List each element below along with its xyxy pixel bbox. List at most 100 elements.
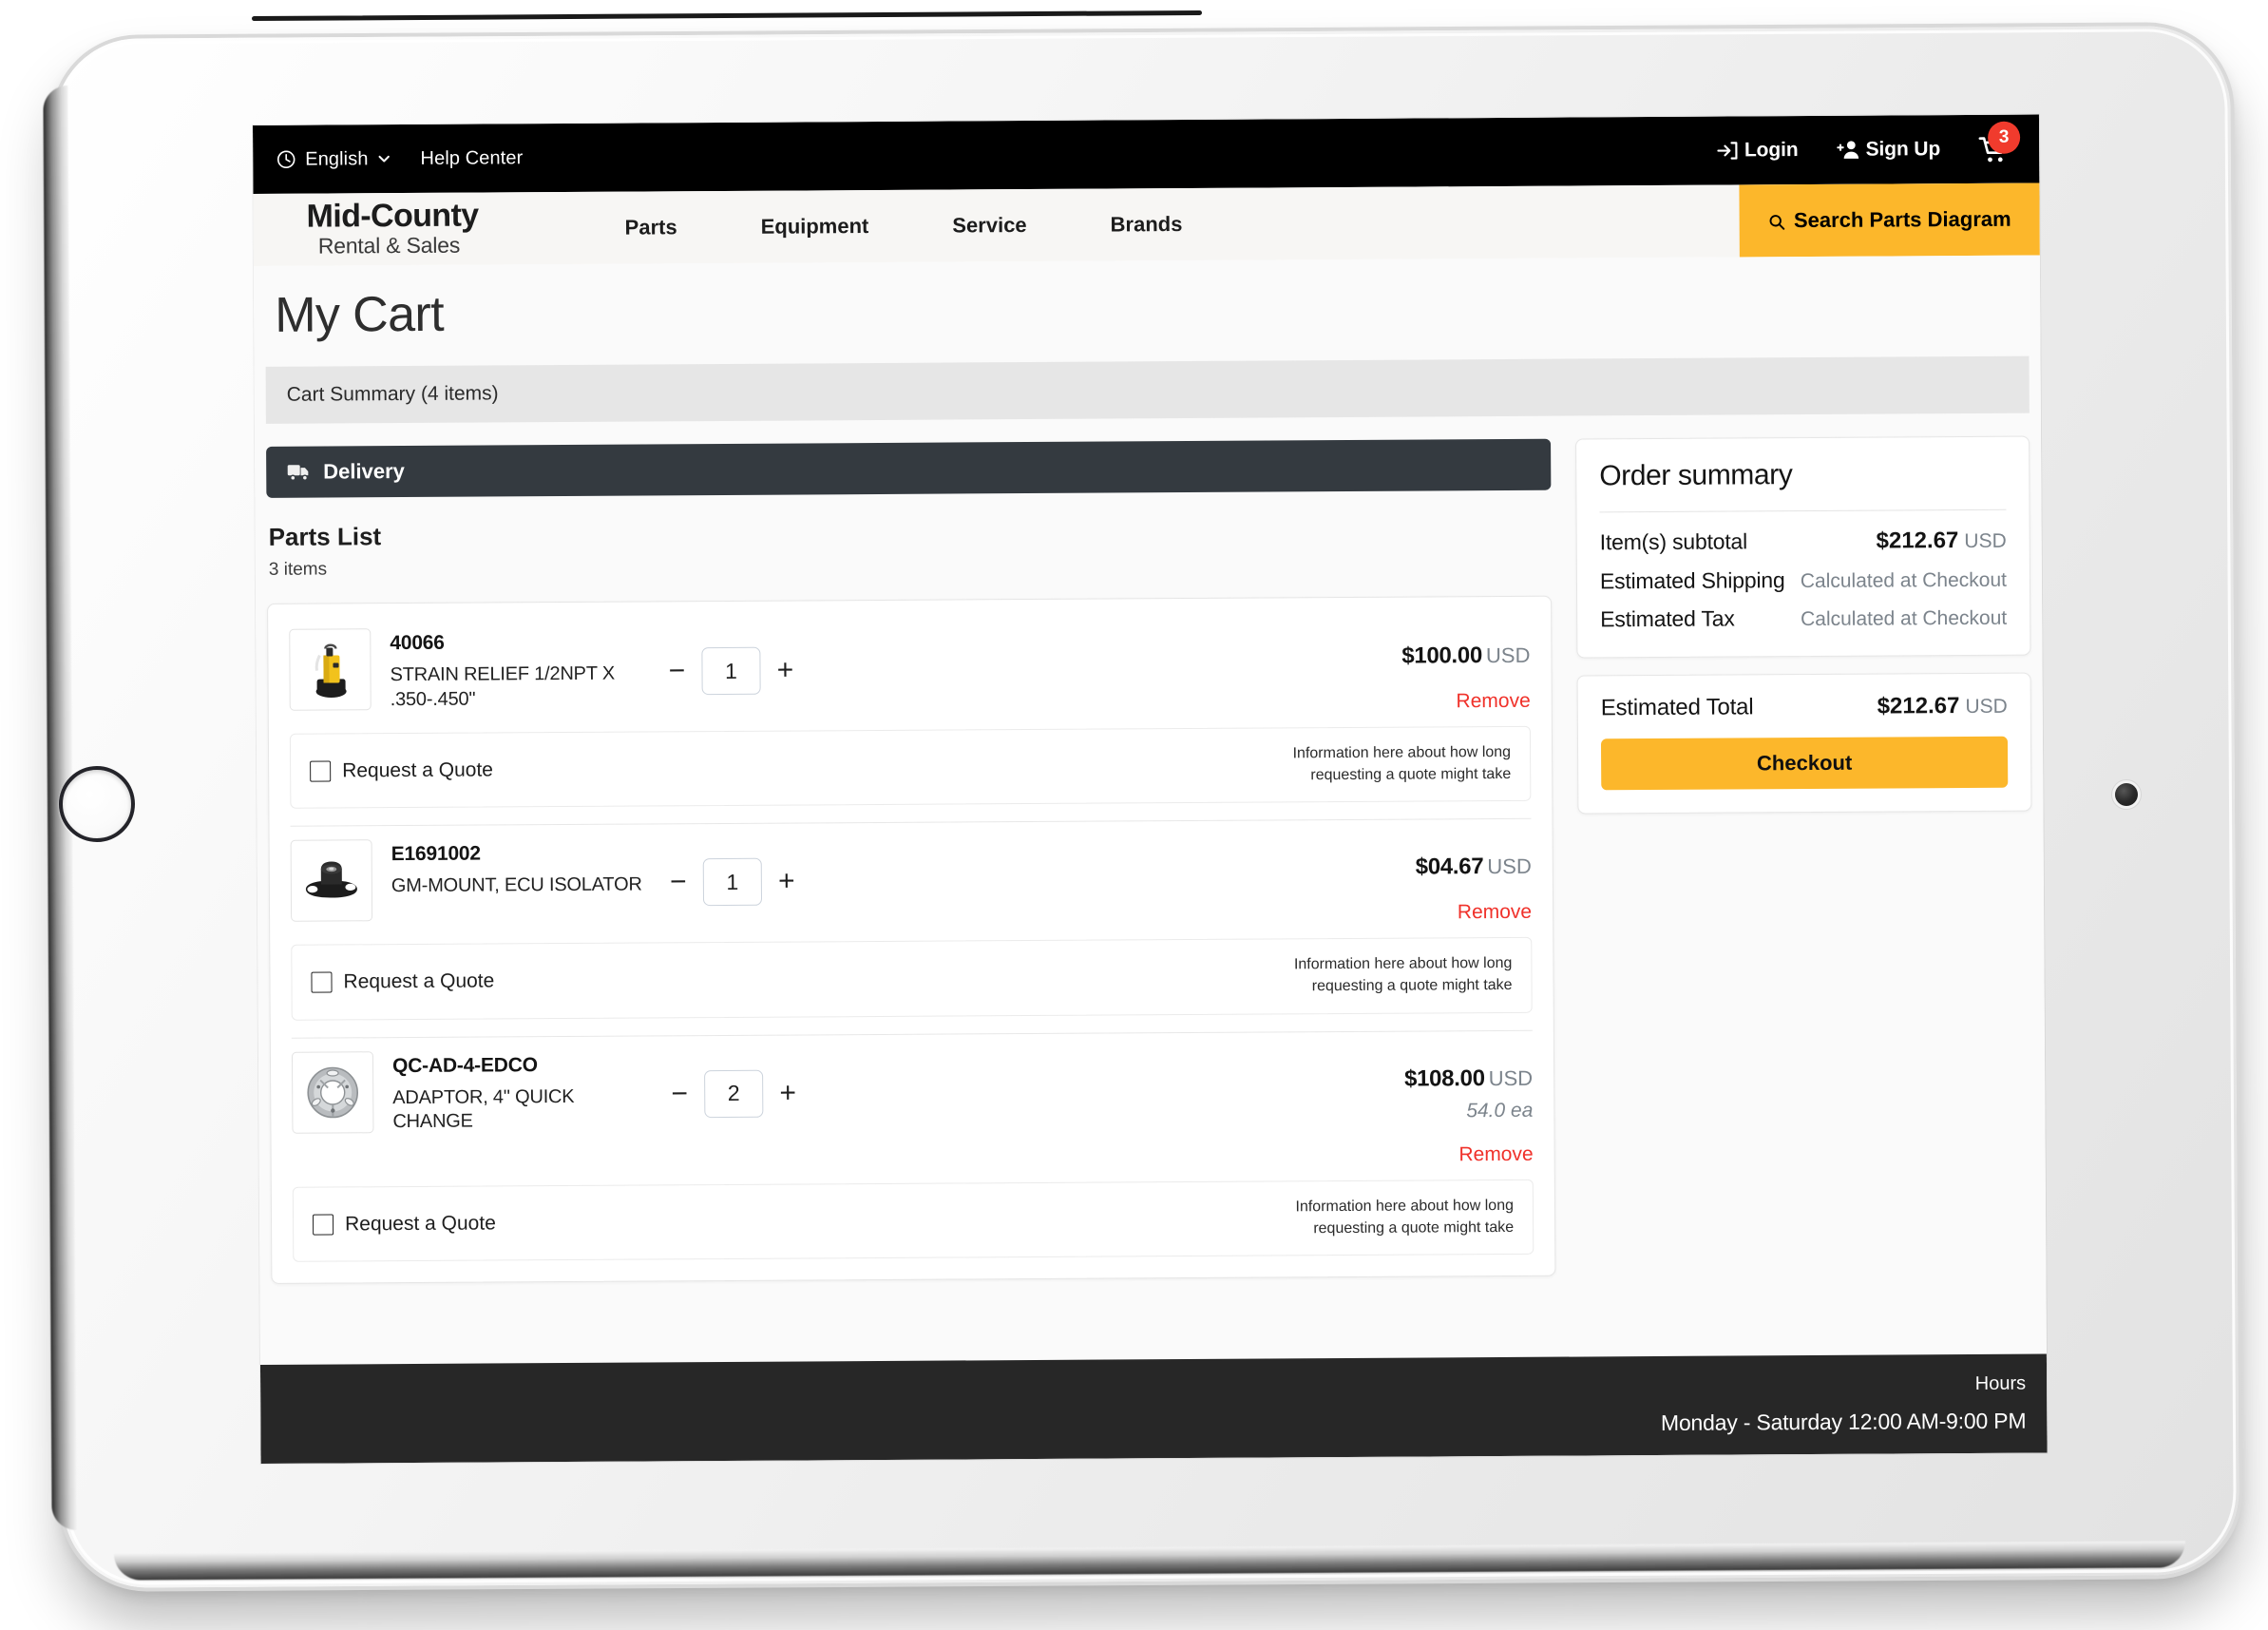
- request-quote-checkbox[interactable]: [312, 1214, 334, 1236]
- remove-item-button[interactable]: Remove: [1323, 901, 1532, 925]
- request-quote-label: Request a Quote: [343, 969, 495, 993]
- quantity-decrease-button[interactable]: −: [667, 867, 690, 898]
- utility-bar: English Help Center Login Sign Up 3: [253, 114, 2040, 194]
- quantity-input[interactable]: 2: [704, 1069, 764, 1118]
- parts-list-count: 3 items: [268, 559, 328, 580]
- subtotal-value: $212.67: [1876, 527, 1959, 554]
- main-navigation: Mid-County Rental & Sales Parts Equipmen…: [253, 182, 2040, 266]
- divider: [1599, 508, 2007, 513]
- signup-button[interactable]: Sign Up: [1836, 137, 1940, 163]
- quantity-stepper: − 1 +: [665, 623, 796, 696]
- tablet-screen: English Help Center Login Sign Up 3 Mid-…: [253, 114, 2048, 1464]
- quantity-decrease-button[interactable]: −: [668, 1078, 691, 1109]
- request-quote-label: Request a Quote: [342, 758, 493, 782]
- page-title: My Cart: [275, 286, 445, 343]
- checkout-button[interactable]: Checkout: [1600, 736, 2009, 791]
- product-price: $100.00: [1401, 642, 1483, 669]
- table-row: E1691002 GM-MOUNT, ECU ISOLATOR − 1 + $0…: [290, 825, 1533, 1021]
- product-sku[interactable]: QC-AD-4-EDCO: [392, 1053, 647, 1078]
- cart-item-price-column: $108.00 USD 54.0 ea Remove: [1324, 1041, 1534, 1167]
- login-button[interactable]: Login: [1715, 138, 1799, 163]
- total-label: Estimated Total: [1600, 694, 1754, 721]
- estimated-total-card: Estimated Total $212.67 USD Checkout: [1576, 672, 2032, 815]
- remove-item-button[interactable]: Remove: [1322, 690, 1531, 714]
- tablet-top-edge: [251, 10, 1203, 22]
- shipping-value: Calculated at Checkout: [1800, 568, 2008, 593]
- quantity-stepper: − 1 +: [667, 834, 798, 907]
- table-row: QC-AD-4-EDCO ADAPTOR, 4" QUICK CHANGE − …: [291, 1037, 1534, 1263]
- tax-value: Calculated at Checkout: [1800, 606, 2008, 631]
- price-currency: USD: [1488, 1065, 1534, 1090]
- quantity-input[interactable]: 1: [702, 858, 763, 907]
- remove-item-button[interactable]: Remove: [1325, 1143, 1534, 1167]
- help-center-link[interactable]: Help Center: [420, 147, 523, 170]
- delivery-tab-label: Delivery: [323, 459, 405, 484]
- language-selector[interactable]: English: [276, 148, 391, 171]
- product-thumbnail[interactable]: [289, 628, 372, 711]
- site-footer: Hours Monday - Saturday 12:00 AM-9:00 PM: [259, 1353, 2048, 1464]
- nav-item-parts[interactable]: Parts: [583, 215, 719, 240]
- subtotal-row: Item(s) subtotal $212.67 USD: [1600, 527, 2007, 557]
- search-parts-diagram-button[interactable]: Search Parts Diagram: [1739, 182, 2040, 258]
- request-quote-note: Information here about how long requesti…: [1292, 743, 1512, 783]
- price-currency: USD: [1485, 642, 1531, 668]
- product-thumbnail[interactable]: [291, 1051, 374, 1134]
- delivery-tab[interactable]: Delivery: [266, 438, 1552, 498]
- total-currency: USD: [1965, 695, 2008, 719]
- shipping-row: Estimated Shipping Calculated at Checkou…: [1600, 566, 2007, 595]
- device-stage: English Help Center Login Sign Up 3 Mid-…: [0, 0, 2268, 1630]
- home-button[interactable]: [58, 765, 136, 843]
- cart-summary-label: Cart Summary (4 items): [286, 382, 499, 406]
- quantity-input[interactable]: 1: [701, 646, 761, 696]
- request-quote-checkbox[interactable]: [310, 760, 332, 782]
- parts-list-header: Parts List 3 items: [267, 515, 1552, 581]
- quantity-increase-button[interactable]: +: [773, 655, 796, 686]
- cart-item-info: QC-AD-4-EDCO ADAPTOR, 4" QUICK CHANGE: [392, 1045, 648, 1135]
- signup-label: Sign Up: [1865, 138, 1941, 161]
- order-summary-title: Order summary: [1599, 459, 1793, 492]
- subtotal-label: Item(s) subtotal: [1599, 528, 1748, 555]
- request-quote-checkbox-group[interactable]: Request a Quote: [311, 970, 494, 994]
- request-quote-checkbox-group[interactable]: Request a Quote: [312, 1212, 496, 1236]
- total-value: $212.67: [1877, 693, 1960, 719]
- parts-list-card: 40066 STRAIN RELIEF 1/2NPT X .350-.450" …: [267, 595, 1556, 1285]
- search-parts-diagram-label: Search Parts Diagram: [1793, 206, 2011, 233]
- request-quote-checkbox[interactable]: [311, 971, 333, 993]
- quantity-increase-button[interactable]: +: [775, 866, 798, 897]
- cart-columns: Delivery Parts List 3 items 40066 STRAIN…: [266, 435, 2034, 1285]
- quantity-decrease-button[interactable]: −: [665, 655, 688, 686]
- product-price: $04.67: [1415, 853, 1484, 880]
- brand-logo[interactable]: Mid-County Rental & Sales: [253, 193, 478, 266]
- product-unit-price: 54.0 ea: [1466, 1099, 1534, 1122]
- cart-count-badge: 3: [1988, 121, 2021, 154]
- footer-hours-heading: Hours: [1974, 1372, 2027, 1394]
- cart-button[interactable]: 3: [1978, 121, 2021, 163]
- cart-summary-bar: Cart Summary (4 items): [265, 355, 2030, 424]
- product-thumbnail[interactable]: [290, 839, 373, 923]
- parts-list-title: Parts List: [268, 522, 382, 551]
- front-camera-icon: [2114, 782, 2139, 807]
- price-line: $100.00 USD: [1321, 642, 1530, 670]
- nav-item-equipment[interactable]: Equipment: [719, 214, 911, 240]
- product-sku[interactable]: E1691002: [391, 842, 646, 867]
- cart-item-main: E1691002 GM-MOUNT, ECU ISOLATOR − 1 + $0…: [290, 829, 1533, 931]
- product-price: $108.00: [1403, 1064, 1485, 1092]
- price-currency: USD: [1487, 854, 1532, 879]
- login-arrow-icon: [1715, 138, 1740, 163]
- subtotal-currency: USD: [1964, 529, 2007, 553]
- language-label: English: [305, 147, 369, 170]
- page-body: My Cart Cart Summary (4 items) Delivery …: [253, 255, 2048, 1464]
- request-quote-box: Request a Quote Information here about h…: [289, 725, 1532, 810]
- add-person-icon: [1836, 138, 1860, 163]
- utility-bar-left: English Help Center: [276, 147, 523, 171]
- tax-row: Estimated Tax Calculated at Checkout: [1600, 604, 2007, 633]
- table-row: 40066 STRAIN RELIEF 1/2NPT X .350-.450" …: [289, 614, 1532, 810]
- request-quote-checkbox-group[interactable]: Request a Quote: [310, 758, 493, 782]
- product-description: ADAPTOR, 4" QUICK CHANGE: [392, 1085, 575, 1133]
- quantity-increase-button[interactable]: +: [776, 1077, 799, 1108]
- nav-item-brands[interactable]: Brands: [1069, 212, 1225, 238]
- clock-icon: [276, 149, 296, 170]
- product-sku[interactable]: 40066: [390, 630, 644, 655]
- request-quote-box: Request a Quote Information here about h…: [292, 1179, 1534, 1263]
- nav-item-service[interactable]: Service: [910, 213, 1068, 239]
